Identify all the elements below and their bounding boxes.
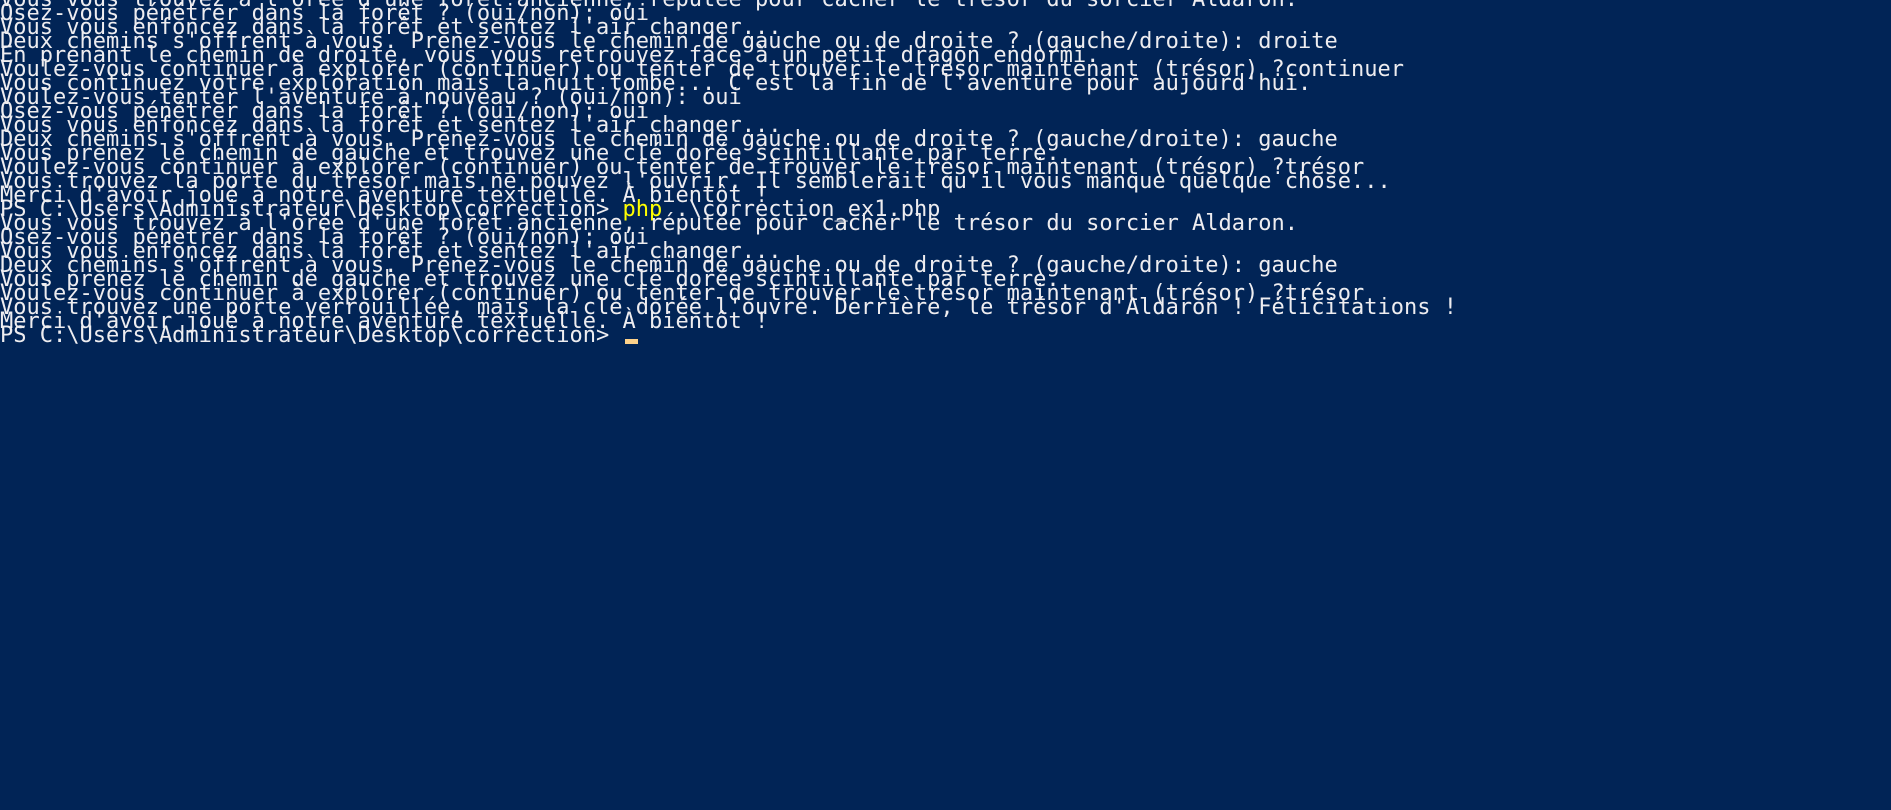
terminal-output: Vous vous trouvez à l'orée d'une forêt a… — [0, 0, 1891, 350]
active-prompt-line[interactable]: PS C:\Users\Administrateur\Desktop\corre… — [0, 321, 1891, 350]
prompt-path: PS C:\Users\Administrateur\Desktop\corre… — [0, 323, 623, 348]
text-cursor[interactable] — [624, 339, 638, 344]
powershell-terminal[interactable]: Vous vous trouvez à l'orée d'une forêt a… — [0, 0, 1891, 810]
